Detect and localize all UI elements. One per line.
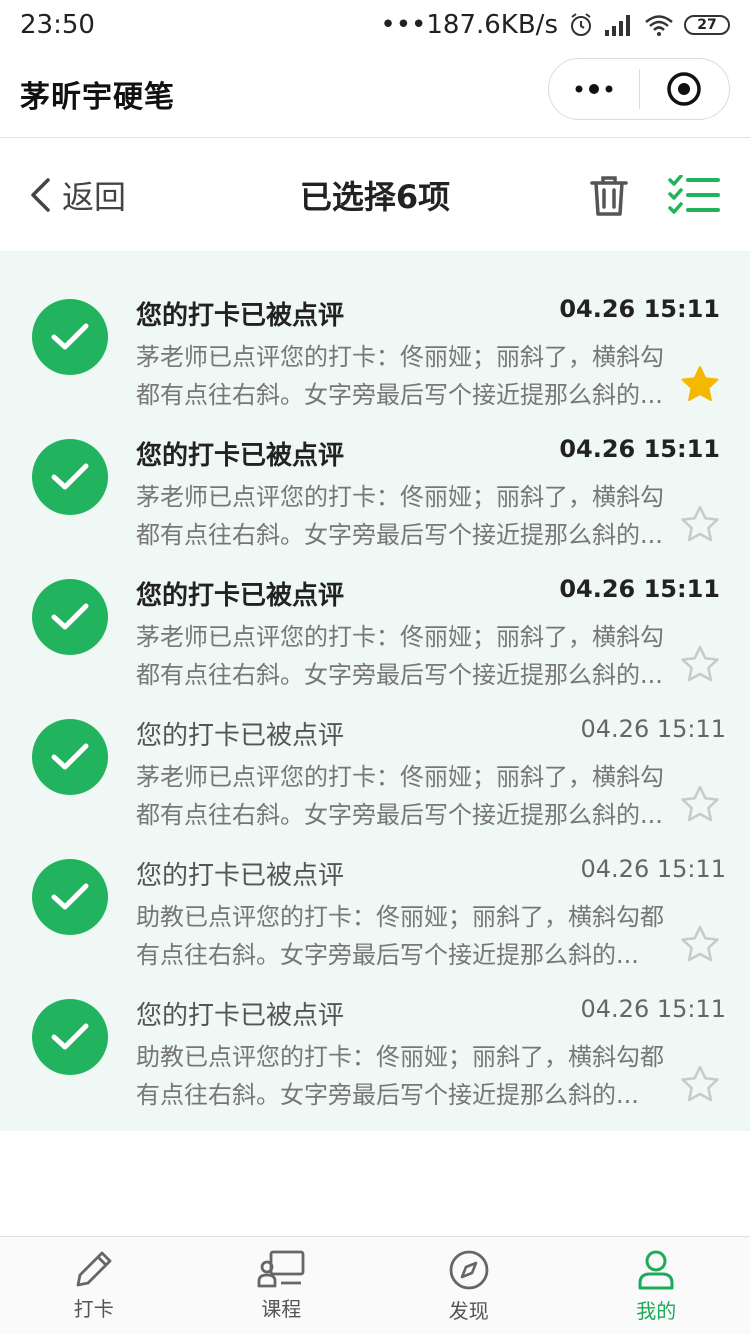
selected-check-icon[interactable] [32,299,108,375]
delete-button[interactable] [588,175,630,221]
item-preview-line: 都有点往右斜。女字旁最后写个接近提那么斜的... [136,801,663,829]
list-item[interactable]: 您的打卡已被点评 04.26 15:11 助教已点评您的打卡：佟丽娅；丽斜了，横斜勾… [0,967,750,1109]
item-title: 您的打卡已被点评 [136,301,345,331]
star-outline-icon[interactable] [680,505,720,545]
item-preview-line: 助教已点评您的打卡：佟丽娅；丽斜了，横斜勾都 [136,1043,664,1071]
list-item[interactable]: 您的打卡已被点评 04.26 15:11 茅老师已点评您的打卡：佟丽娅；丽斜了，横斜… [0,547,750,689]
tab-label: 发现 [448,1299,489,1323]
selected-check-icon[interactable] [32,579,108,655]
notification-list: 您的打卡已被点评 04.26 15:11 茅老师已点评您的打卡：佟丽娅；丽斜了，横斜… [0,251,750,1131]
star-outline-icon[interactable] [680,925,720,965]
item-title: 您的打卡已被点评 [136,861,345,891]
alarm-icon [568,12,594,38]
list-item[interactable]: 您的打卡已被点评 04.26 15:11 茅老师已点评您的打卡：佟丽娅；丽斜了，横斜… [0,687,750,829]
trash-icon [590,176,628,216]
net-speed: •••187.6KB/s [380,10,558,40]
list-item[interactable]: 您的打卡已被点评 04.26 15:11 助教已点评您的打卡：佟丽娅；丽斜了，横斜勾… [0,827,750,969]
item-time: 04.26 15:11 [580,715,727,743]
tab-bar: 打卡 课程 发现 我的 [0,1236,750,1334]
back-label: 返回 [62,178,127,216]
item-time: 04.26 15:11 [559,295,720,323]
item-title: 您的打卡已被点评 [136,581,345,611]
close-mini-program-button[interactable] [640,59,730,119]
item-preview-line: 茅老师已点评您的打卡：佟丽娅；丽斜了，横斜勾 [136,623,664,651]
star-filled-icon[interactable] [680,365,720,405]
status-icons: •••187.6KB/s 27 [380,10,730,40]
back-button[interactable]: 返回 [28,139,126,251]
pencil-icon [76,1251,112,1287]
item-title: 您的打卡已被点评 [136,1001,345,1031]
select-all-button[interactable] [668,174,720,221]
compass-icon [449,1250,489,1290]
tab-mine[interactable]: 我的 [563,1237,750,1334]
tab-label: 我的 [636,1299,677,1323]
wifi-icon [644,14,674,36]
star-outline-icon[interactable] [680,785,720,825]
item-preview-line: 有点往右斜。女字旁最后写个接近提那么斜的... [136,941,639,969]
tab-discover[interactable]: 发现 [375,1237,563,1334]
item-preview-line: 茅老师已点评您的打卡：佟丽娅；丽斜了，横斜勾 [136,343,664,371]
selected-check-icon[interactable] [32,719,108,795]
list-item[interactable]: 您的打卡已被点评 04.26 15:11 茅老师已点评您的打卡：佟丽娅；丽斜了，横斜… [0,267,750,409]
item-title: 您的打卡已被点评 [136,441,345,471]
signal-icon [604,14,634,36]
item-time: 04.26 15:11 [559,575,720,603]
tab-checkin[interactable]: 打卡 [0,1237,188,1334]
person-icon [638,1250,674,1290]
item-preview-line: 茅老师已点评您的打卡：佟丽娅；丽斜了，横斜勾 [136,483,664,511]
selected-check-icon[interactable] [32,439,108,515]
app-title: 茅昕宇硬笔 [20,79,175,115]
item-preview-line: 都有点往右斜。女字旁最后写个接近提那么斜的... [136,381,663,409]
item-preview-line: 助教已点评您的打卡：佟丽娅；丽斜了，横斜勾都 [136,903,664,931]
target-icon [667,72,701,106]
item-preview-line: 有点往右斜。女字旁最后写个接近提那么斜的... [136,1081,639,1109]
tab-label: 打卡 [73,1297,114,1321]
item-preview-line: 都有点往右斜。女字旁最后写个接近提那么斜的... [136,521,663,549]
tab-courses[interactable]: 课程 [188,1237,376,1334]
list-item[interactable]: 您的打卡已被点评 04.26 15:11 茅老师已点评您的打卡：佟丽娅；丽斜了，横斜… [0,407,750,549]
mini-program-capsule [548,58,730,120]
chevron-left-icon [31,178,50,212]
selection-header: 返回 已选择6项 [0,139,750,251]
more-button[interactable] [549,59,639,119]
item-time: 04.26 15:11 [559,435,720,463]
selected-check-icon[interactable] [32,999,108,1075]
tab-label: 课程 [261,1297,302,1321]
item-time: 04.26 15:11 [580,995,727,1023]
status-time: 23:50 [20,10,95,40]
status-bar: 23:50 •••187.6KB/s 27 [0,0,750,50]
item-time: 04.26 15:11 [580,855,727,883]
course-icon [257,1250,305,1288]
more-dots-icon [575,84,613,94]
item-preview-line: 茅老师已点评您的打卡：佟丽娅；丽斜了，横斜勾 [136,763,664,791]
checklist-icon [668,174,720,214]
app-bar: 茅昕宇硬笔 [0,50,750,138]
selected-check-icon[interactable] [32,859,108,935]
battery-icon: 27 [684,15,730,35]
star-outline-icon[interactable] [680,1065,720,1105]
item-title: 您的打卡已被点评 [136,721,345,751]
star-outline-icon[interactable] [680,645,720,685]
item-preview-line: 都有点往右斜。女字旁最后写个接近提那么斜的... [136,661,663,689]
